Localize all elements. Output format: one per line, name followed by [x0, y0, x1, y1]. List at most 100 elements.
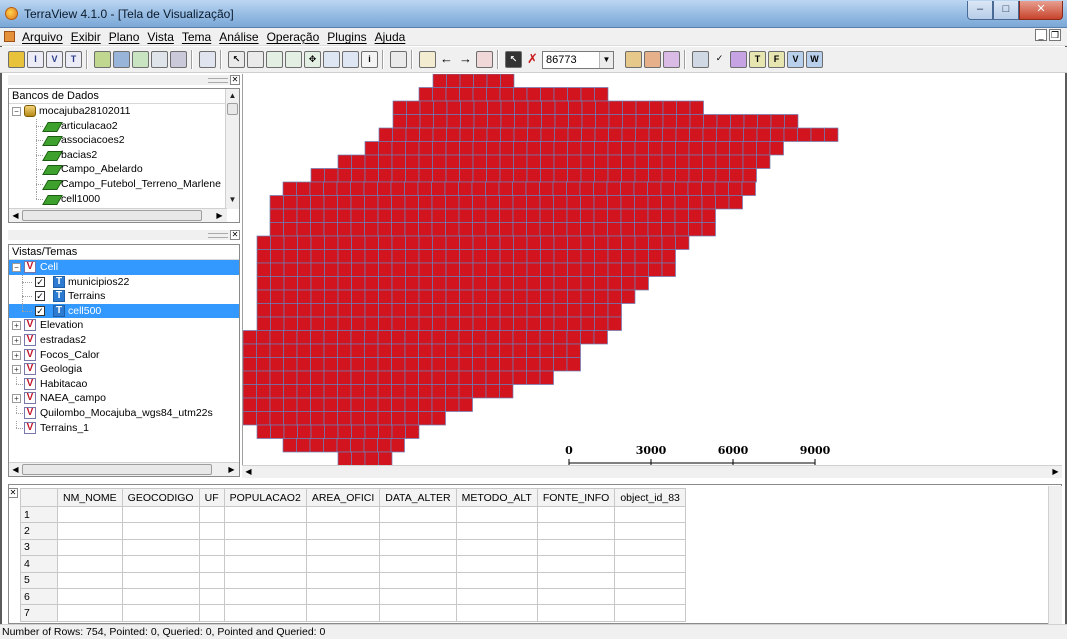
map-cell[interactable]	[702, 168, 717, 183]
map-cell[interactable]	[553, 316, 568, 331]
map-cell[interactable]	[323, 397, 338, 412]
map-cell[interactable]	[606, 181, 621, 196]
map-cell[interactable]	[458, 343, 473, 358]
map-cell[interactable]	[756, 154, 771, 169]
map-cell[interactable]	[487, 100, 502, 115]
map-cell[interactable]	[513, 141, 528, 156]
scroll-left-icon[interactable]: ◀	[9, 463, 22, 476]
expand-icon[interactable]: +	[12, 365, 21, 375]
map-cell[interactable]	[526, 249, 541, 264]
map-cell[interactable]	[607, 168, 622, 183]
map-cell[interactable]	[594, 235, 609, 250]
map-cell[interactable]	[296, 195, 311, 210]
map-cell[interactable]	[283, 208, 298, 223]
map-cell[interactable]	[324, 262, 339, 277]
map-cell[interactable]	[472, 343, 487, 358]
table-cell[interactable]	[379, 604, 457, 622]
map-cell[interactable]	[432, 303, 447, 318]
map-cell[interactable]	[593, 222, 608, 237]
map-cell[interactable]	[243, 370, 257, 385]
map-cell[interactable]	[553, 222, 568, 237]
map-cell[interactable]	[364, 397, 379, 412]
map-cell[interactable]	[526, 87, 541, 102]
map-cell[interactable]	[499, 168, 514, 183]
map-cell[interactable]	[689, 100, 704, 115]
map-cell[interactable]	[526, 262, 541, 277]
table-cell[interactable]	[379, 505, 457, 524]
table-cell[interactable]	[198, 522, 225, 540]
map-cell[interactable]	[607, 154, 622, 169]
map-cell[interactable]	[567, 154, 582, 169]
map-cell[interactable]	[445, 235, 460, 250]
export-table-icon[interactable]	[663, 51, 680, 68]
map-cell[interactable]	[689, 114, 704, 129]
table-cell[interactable]	[223, 505, 307, 524]
map-cell[interactable]	[323, 222, 338, 237]
expand-icon[interactable]: +	[12, 321, 21, 331]
map-cell[interactable]	[323, 343, 338, 358]
table-cell[interactable]	[121, 505, 200, 524]
map-cell[interactable]	[621, 141, 636, 156]
map-cell[interactable]	[391, 357, 406, 372]
map-cell[interactable]	[473, 74, 488, 88]
map-cell[interactable]	[526, 330, 541, 345]
theme-item[interactable]: ✓ Tcell500	[9, 303, 239, 319]
zoom-in-icon[interactable]	[266, 51, 283, 68]
map-cell[interactable]	[418, 303, 433, 318]
map-cell[interactable]	[432, 316, 447, 331]
map-cell[interactable]	[459, 154, 474, 169]
map-cell[interactable]	[405, 316, 420, 331]
map-cell[interactable]	[445, 343, 460, 358]
map-cell[interactable]	[688, 154, 703, 169]
table-cell[interactable]	[455, 571, 538, 589]
map-cell[interactable]	[445, 316, 460, 331]
map-cell[interactable]	[296, 208, 311, 223]
map-cell[interactable]	[526, 343, 541, 358]
map-cell[interactable]	[553, 208, 568, 223]
view-item[interactable]: + Vestradas2	[9, 333, 239, 348]
map-cell[interactable]	[337, 424, 352, 439]
map-cell[interactable]	[337, 370, 352, 385]
map-cell[interactable]	[405, 249, 420, 264]
map-cell[interactable]	[296, 357, 311, 372]
map-cell[interactable]	[688, 195, 703, 210]
map-cell[interactable]	[296, 397, 311, 412]
map-cell[interactable]	[418, 154, 433, 169]
visibility-checkbox[interactable]: ✓	[35, 291, 45, 302]
map-cell[interactable]	[716, 114, 731, 129]
edit-icon[interactable]	[419, 51, 436, 68]
view-item[interactable]: V Quilombo_Mocajuba_wgs84_utm22s	[9, 405, 239, 421]
map-cell[interactable]	[392, 114, 407, 129]
map-cell[interactable]	[431, 397, 446, 412]
map-cell[interactable]	[432, 87, 447, 102]
map-cell[interactable]	[296, 370, 311, 385]
map-cell[interactable]	[554, 127, 569, 142]
map-cell[interactable]	[270, 262, 285, 277]
table-cell[interactable]	[536, 587, 616, 606]
map-cell[interactable]	[499, 289, 514, 304]
map-cell[interactable]	[472, 195, 487, 210]
map-cell[interactable]	[418, 330, 433, 345]
row-number[interactable]: 5	[20, 571, 58, 589]
map-cell[interactable]	[364, 303, 379, 318]
map-cell[interactable]	[485, 343, 500, 358]
table-cell[interactable]	[305, 571, 381, 589]
collapse-icon[interactable]: −	[12, 107, 21, 116]
map-cell[interactable]	[269, 343, 284, 358]
layer-item[interactable]: bacias2	[9, 147, 239, 163]
mdi-restore-button[interactable]: ❐	[1049, 29, 1061, 41]
map-cell[interactable]	[445, 208, 460, 223]
map-cell[interactable]	[296, 438, 311, 453]
map-cell[interactable]	[662, 100, 677, 115]
map-cell[interactable]	[702, 141, 717, 156]
map-cell[interactable]	[580, 168, 595, 183]
map-cell[interactable]	[297, 235, 312, 250]
table-cell[interactable]	[379, 571, 457, 589]
map-cell[interactable]	[512, 330, 527, 345]
map-cell[interactable]	[513, 276, 528, 291]
map-cell[interactable]	[378, 316, 393, 331]
map-cell[interactable]	[715, 168, 730, 183]
map-cell[interactable]	[431, 330, 446, 345]
map-cell[interactable]	[499, 276, 514, 291]
map-cell[interactable]	[608, 127, 623, 142]
